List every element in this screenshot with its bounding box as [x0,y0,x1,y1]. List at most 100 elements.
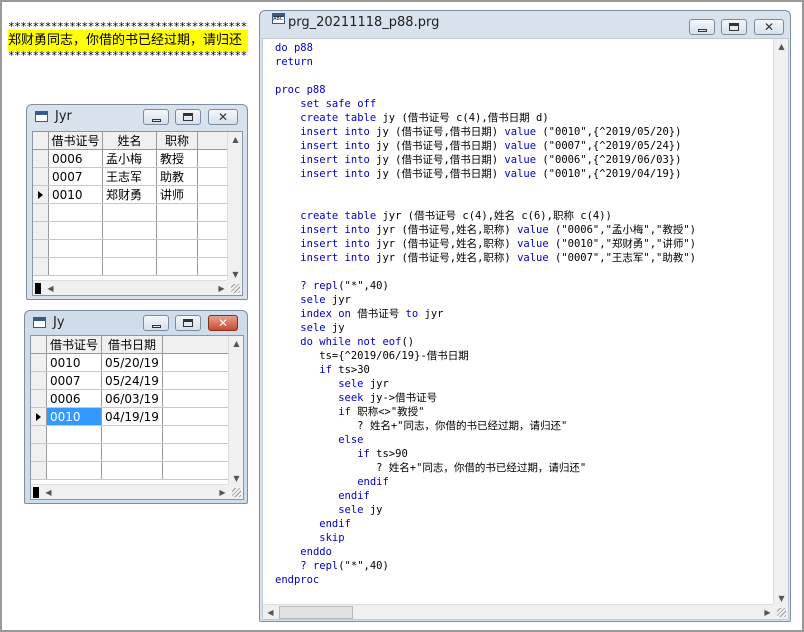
editor-window[interactable]: prg_20211118_p88.prg ✕ do p88 return proc… [259,10,791,622]
jyr-titlebar[interactable]: Jyr ✕ [27,105,247,129]
table-cell[interactable]: 王志军 [102,167,157,186]
resize-grip-icon[interactable] [228,484,243,499]
jy-browse-window[interactable]: Jy ✕ 借书证号 借书日期 0010 05/20/19 0007 05/24/… [24,310,248,504]
code-line[interactable] [275,181,696,195]
code-line[interactable]: if 职称<>"教授" [275,405,696,419]
scroll-up-icon[interactable]: ▲ [774,39,788,54]
column-header[interactable]: 借书证号 [48,132,103,150]
table-row[interactable]: 0007 王志军 助教 [33,167,228,186]
code-line[interactable]: ? 姓名+"同志，你借的书已经过期，请归还" [275,419,696,433]
jyr-browse-window[interactable]: Jyr ✕ 借书证号 姓名 职称 0006 孟小梅 教授 0007 王志军 助教… [26,104,248,300]
code-line[interactable]: proc p88 [275,83,696,97]
editor-titlebar[interactable]: prg_20211118_p88.prg ✕ [260,11,790,35]
minimize-button[interactable] [143,315,169,331]
table-cell[interactable]: 0010 [48,185,103,204]
row-selector[interactable] [31,353,47,372]
scroll-up-icon[interactable]: ▲ [229,336,243,351]
horizontal-scrollbar[interactable]: ◀ ▶ [33,280,229,295]
table-cell[interactable]: 0007 [48,167,103,186]
code-line[interactable]: if ts>90 [275,447,696,461]
row-selector[interactable] [31,407,47,426]
code-line[interactable]: do while not eof() [275,335,696,349]
minimize-button[interactable] [143,109,169,125]
resize-grip-icon[interactable] [227,280,242,295]
code-line[interactable]: skip [275,531,696,545]
code-line[interactable]: insert into jy (借书证号,借书日期) value ("0010"… [275,167,696,181]
code-line[interactable]: ? 姓名+"同志，你借的书已经过期，请归还" [275,461,696,475]
table-cell[interactable]: 教授 [156,149,198,168]
code-line[interactable]: return [275,55,696,69]
horizontal-scrollbar[interactable]: ◀ ▶ [31,484,230,499]
code-line[interactable]: insert into jyr (借书证号,姓名,职称) value ("000… [275,251,696,265]
row-selector[interactable] [33,167,49,186]
code-line[interactable] [275,195,696,209]
code-editor[interactable]: do p88 return proc p88 set safe off creat… [262,38,789,620]
row-selector[interactable] [31,389,47,408]
code-line[interactable]: insert into jy (借书证号,借书日期) value ("0010"… [275,125,696,139]
table-cell[interactable]: 0010 [46,353,102,372]
table-row[interactable]: 0007 05/24/19 [31,371,231,390]
code-line[interactable]: sele jyr [275,293,696,307]
jyr-grid[interactable]: 借书证号 姓名 职称 0006 孟小梅 教授 0007 王志军 助教 0010 … [32,131,243,296]
close-button[interactable]: ✕ [208,109,238,125]
code-line[interactable]: enddo [275,545,696,559]
code-line[interactable]: endproc [275,573,696,587]
horizontal-scrollbar[interactable]: ◀ ▶ [263,604,775,619]
minimize-button[interactable] [689,19,715,35]
table-cell[interactable]: 郑财勇 [102,185,157,204]
maximize-button[interactable] [721,19,747,35]
table-row[interactable]: 0010 04/19/19 [31,407,231,426]
code-line[interactable]: if ts>30 [275,363,696,377]
scroll-left-icon[interactable]: ◀ [41,485,56,499]
row-selector[interactable] [31,371,47,390]
split-bar[interactable] [35,283,41,294]
table-cell[interactable]: 06/03/19 [101,389,163,408]
code-text-area[interactable]: do p88 return proc p88 set safe off creat… [275,41,696,587]
code-line[interactable]: ts={^2019/06/19}-借书日期 [275,349,696,363]
scroll-thumb[interactable] [279,606,353,619]
code-line[interactable]: ? repl("*",40) [275,559,696,573]
code-line[interactable]: endif [275,489,696,503]
code-line[interactable] [275,69,696,83]
table-cell[interactable]: 助教 [156,167,198,186]
table-cell[interactable]: 讲师 [156,185,198,204]
code-line[interactable]: insert into jy (借书证号,借书日期) value ("0007"… [275,139,696,153]
table-row[interactable]: 0006 06/03/19 [31,389,231,408]
column-header[interactable]: 职称 [156,132,198,150]
table-cell[interactable]: 0007 [46,371,102,390]
code-line[interactable] [275,265,696,279]
code-line[interactable]: insert into jy (借书证号,借书日期) value ("0006"… [275,153,696,167]
table-cell[interactable]: 0006 [48,149,103,168]
code-line[interactable]: endif [275,475,696,489]
column-header[interactable]: 借书日期 [101,336,163,354]
code-line[interactable]: sele jyr [275,377,696,391]
scroll-left-icon[interactable]: ◀ [43,281,58,295]
code-line[interactable]: do p88 [275,41,696,55]
jy-titlebar[interactable]: Jy ✕ [25,311,247,335]
jy-grid[interactable]: 借书证号 借书日期 0010 05/20/19 0007 05/24/19 00… [30,335,244,500]
selected-cell[interactable]: 0010 [46,407,102,426]
vertical-scrollbar[interactable]: ▲ ▼ [773,39,788,606]
vertical-scrollbar[interactable]: ▲ ▼ [228,336,243,486]
split-bar[interactable] [33,487,39,498]
table-cell[interactable]: 05/24/19 [101,371,163,390]
table-cell[interactable]: 0006 [46,389,102,408]
resize-grip-icon[interactable] [773,604,788,619]
table-cell[interactable]: 05/20/19 [101,353,163,372]
code-line[interactable]: create table jy (借书证号 c(4),借书日期 d) [275,111,696,125]
maximize-button[interactable] [175,315,201,331]
code-line[interactable]: sele jy [275,321,696,335]
maximize-button[interactable] [175,109,201,125]
code-line[interactable]: ? repl("*",40) [275,279,696,293]
code-line[interactable]: create table jyr (借书证号 c(4),姓名 c(6),职称 c… [275,209,696,223]
code-line[interactable]: endif [275,517,696,531]
code-line[interactable]: sele jy [275,503,696,517]
code-line[interactable]: insert into jyr (借书证号,姓名,职称) value ("001… [275,237,696,251]
scroll-up-icon[interactable]: ▲ [228,132,242,147]
table-row[interactable]: 0006 孟小梅 教授 [33,149,228,168]
vertical-scrollbar[interactable]: ▲ ▼ [227,132,242,282]
code-line[interactable]: insert into jyr (借书证号,姓名,职称) value ("000… [275,223,696,237]
scroll-left-icon[interactable]: ◀ [263,605,278,619]
row-selector[interactable] [33,185,49,204]
table-cell[interactable]: 孟小梅 [102,149,157,168]
